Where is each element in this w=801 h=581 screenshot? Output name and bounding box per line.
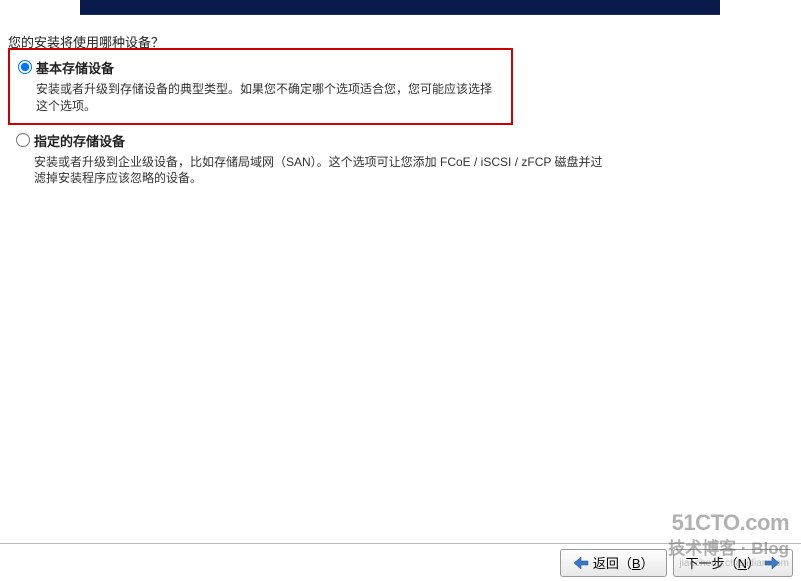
option-title: 指定的存储设备 [34,131,614,150]
option-desc: 安装或者升级到企业级设备，比如存储局域网（SAN）。这个选项可让您添加 FCoE… [34,154,614,188]
arrow-right-icon [764,556,780,570]
option-basic-storage[interactable]: 基本存储设备 安装或者升级到存储设备的典型类型。如果您不确定哪个选项适合您，您可… [8,48,513,125]
option-desc: 安装或者升级到存储设备的典型类型。如果您不确定哪个选项适合您，您可能应该选择这个… [36,81,503,115]
storage-device-options: 基本存储设备 安装或者升级到存储设备的典型类型。如果您不确定哪个选项适合您，您可… [8,48,622,195]
next-label: 下一步（N） [686,553,760,572]
watermark-top: 51CTO.com [668,510,789,536]
option-specialized-storage[interactable]: 指定的存储设备 安装或者升级到企业级设备，比如存储局域网（SAN）。这个选项可让… [8,125,622,196]
option-title: 基本存储设备 [36,58,503,77]
back-label: 返回（B） [593,553,654,572]
back-button[interactable]: 返回（B） [560,549,667,577]
footer-bar: 返回（B） 下一步（N） [0,543,801,581]
radio-specialized-storage[interactable] [16,133,30,147]
next-button[interactable]: 下一步（N） [673,549,793,577]
arrow-left-icon [573,556,589,570]
radio-basic-storage[interactable] [18,60,32,74]
header-banner [80,0,720,15]
